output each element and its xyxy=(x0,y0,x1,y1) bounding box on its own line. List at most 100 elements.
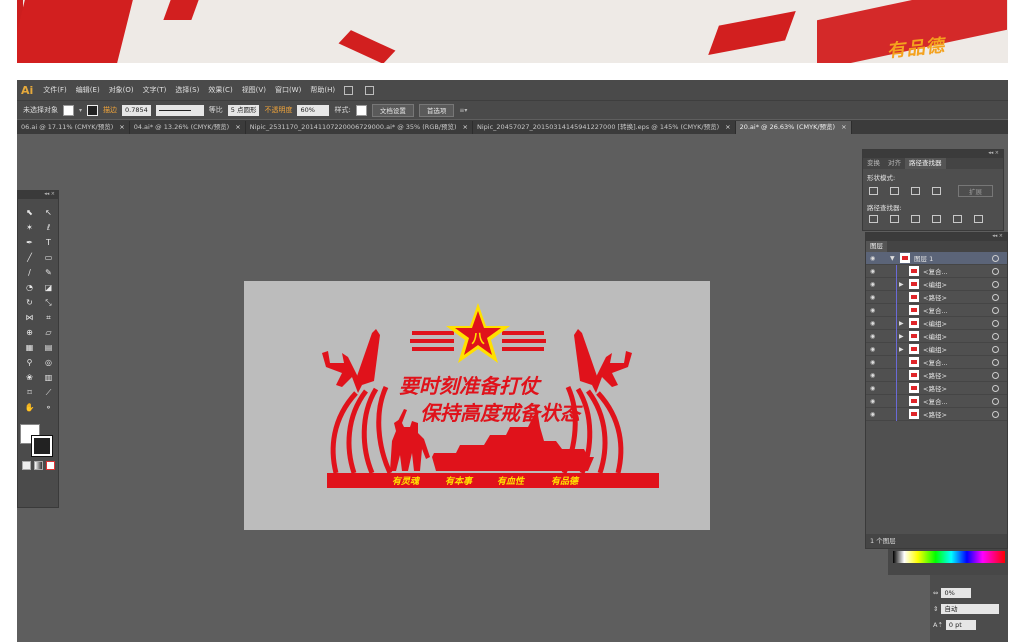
target-icon[interactable] xyxy=(992,332,999,340)
eye-icon[interactable]: ◉ xyxy=(870,372,878,379)
eye-icon[interactable]: ◉ xyxy=(870,307,878,314)
blob-brush-tool-icon[interactable]: ◔ xyxy=(22,282,37,293)
layer-row[interactable]: ◉ <复合... xyxy=(866,394,1007,408)
menu-object[interactable]: 对象(O) xyxy=(109,85,134,95)
layer-name[interactable]: <路径> xyxy=(923,409,992,419)
fill-swatch[interactable] xyxy=(63,104,74,116)
column-graph-tool-icon[interactable]: ▥ xyxy=(41,372,56,383)
document-setup-button[interactable]: 文档设置 xyxy=(371,103,414,117)
close-icon[interactable]: × xyxy=(235,123,240,131)
zoom-tool-icon[interactable]: ⚬ xyxy=(41,402,56,413)
layer-name[interactable]: <复合... xyxy=(923,266,992,276)
layer-row[interactable]: ◉ ▶ <编组> xyxy=(866,316,1007,330)
eye-icon[interactable]: ◉ xyxy=(870,398,878,405)
intersect-icon[interactable] xyxy=(911,187,920,195)
tracking-field[interactable]: 0% xyxy=(941,588,972,598)
magic-wand-tool-icon[interactable]: ✶ xyxy=(22,222,37,233)
panel-options-icon[interactable]: ≡▾ xyxy=(459,107,467,114)
eye-icon[interactable]: ◉ xyxy=(870,294,878,301)
menu-file[interactable]: 文件(F) xyxy=(43,85,67,95)
close-icon[interactable]: × xyxy=(841,123,846,131)
shape-builder-tool-icon[interactable]: ⊕ xyxy=(22,327,37,338)
document-tab[interactable]: 06.ai @ 17.11% (CMYK/预览) × xyxy=(17,121,130,134)
chevron-down-icon[interactable]: ▼ xyxy=(890,255,898,262)
document-tab[interactable]: 04.ai* @ 13.26% (CMYK/预览) × xyxy=(130,121,246,134)
menu-effect[interactable]: 效果(C) xyxy=(208,85,232,95)
paintbrush-tool-icon[interactable]: ∕ xyxy=(22,267,37,278)
close-icon[interactable]: × xyxy=(119,123,124,131)
document-tab-active[interactable]: 20.ai* @ 26.63% (CMYK/预览) × xyxy=(735,121,852,134)
unite-icon[interactable] xyxy=(869,187,878,195)
arrange-documents-icon[interactable] xyxy=(365,85,375,95)
layer-name[interactable]: <复合... xyxy=(923,396,992,406)
gradient-mode-icon[interactable] xyxy=(34,461,43,470)
layer-name[interactable]: <路径> xyxy=(923,370,992,380)
minus-back-icon[interactable] xyxy=(974,215,983,223)
panel-header[interactable]: ◂◂ × xyxy=(866,233,1007,241)
document-tab[interactable]: Nipic_2531170_20141107220006729000.ai* @… xyxy=(246,121,473,134)
artboard[interactable]: 八 要时刻准备打仗 保持高度戒备状态 有灵魂 有本事 有血性 有品德 xyxy=(244,281,710,530)
pen-tool-icon[interactable]: ✒ xyxy=(22,237,37,248)
leading-field[interactable]: 自动 xyxy=(941,604,1000,614)
color-spectrum[interactable] xyxy=(893,551,1005,563)
chevron-down-icon[interactable]: ▾ xyxy=(79,107,82,114)
layer-name[interactable]: <编组> xyxy=(923,344,992,354)
stroke-color-swatch[interactable] xyxy=(31,435,53,457)
graphic-style-swatch[interactable] xyxy=(355,104,367,116)
layer-row[interactable]: ◉ <路径> xyxy=(866,381,1007,395)
crop-icon[interactable] xyxy=(932,215,941,223)
layer-row[interactable]: ◉ ▶ <编组> xyxy=(866,342,1007,356)
baseline-field[interactable]: 0 pt xyxy=(945,620,976,630)
mesh-tool-icon[interactable]: ▦ xyxy=(22,342,37,353)
close-icon[interactable]: × xyxy=(463,123,468,131)
trim-icon[interactable] xyxy=(890,215,899,223)
menu-help[interactable]: 帮助(H) xyxy=(310,85,335,95)
target-icon[interactable] xyxy=(992,267,999,275)
pencil-tool-icon[interactable]: ✎ xyxy=(41,267,56,278)
layer-name[interactable]: <编组> xyxy=(923,279,992,289)
layer-name[interactable]: <复合... xyxy=(923,305,992,315)
target-icon[interactable] xyxy=(992,371,999,379)
layer-row[interactable]: ◉ <路径> xyxy=(866,407,1007,421)
type-tool-icon[interactable]: T xyxy=(41,237,56,248)
none-mode-icon[interactable] xyxy=(46,461,55,470)
layer-name[interactable]: 图层 1 xyxy=(914,253,992,263)
perspective-grid-tool-icon[interactable]: ▱ xyxy=(41,327,56,338)
chevron-right-icon[interactable]: ▶ xyxy=(899,346,907,353)
eye-icon[interactable]: ◉ xyxy=(870,255,878,262)
panel-header[interactable]: ◂◂ × xyxy=(863,150,1003,158)
opacity-label[interactable]: 不透明度 xyxy=(264,105,292,115)
layer-row[interactable]: ◉ ▶ <编组> xyxy=(866,329,1007,343)
layer-row[interactable]: ◉ <路径> xyxy=(866,290,1007,304)
menu-select[interactable]: 选择(S) xyxy=(175,85,199,95)
tab-transform[interactable]: 变换 xyxy=(863,158,884,169)
minus-front-icon[interactable] xyxy=(890,187,899,195)
rectangle-tool-icon[interactable]: ▭ xyxy=(41,252,56,263)
target-icon[interactable] xyxy=(992,397,999,405)
eyedropper-tool-icon[interactable]: ⚲ xyxy=(22,357,37,368)
artboard-tool-icon[interactable]: ⌑ xyxy=(22,387,37,398)
target-icon[interactable] xyxy=(992,410,999,418)
layer-row[interactable]: ◉ <复合... xyxy=(866,264,1007,278)
eye-icon[interactable]: ◉ xyxy=(870,333,878,340)
layer-row[interactable]: ◉ <复合... xyxy=(866,303,1007,317)
target-icon[interactable] xyxy=(992,358,999,366)
rotate-tool-icon[interactable]: ↻ xyxy=(22,297,37,308)
layer-name[interactable]: <编组> xyxy=(923,331,992,341)
layer-name[interactable]: <编组> xyxy=(923,318,992,328)
stroke-label[interactable]: 描边 xyxy=(103,105,117,115)
target-icon[interactable] xyxy=(992,384,999,392)
menu-edit[interactable]: 编辑(E) xyxy=(76,85,100,95)
tab-align[interactable]: 对齐 xyxy=(884,158,905,169)
layer-name[interactable]: <路径> xyxy=(923,383,992,393)
document-tab[interactable]: Nipic_20457027_20150314145941227000 [转换]… xyxy=(473,121,736,134)
target-icon[interactable] xyxy=(992,306,999,314)
exclude-icon[interactable] xyxy=(932,187,941,195)
eye-icon[interactable]: ◉ xyxy=(870,385,878,392)
layer-name[interactable]: <复合... xyxy=(923,357,992,367)
variable-width-profile[interactable] xyxy=(155,104,204,116)
outline-icon[interactable] xyxy=(953,215,962,223)
symbol-sprayer-tool-icon[interactable]: ❀ xyxy=(22,372,37,383)
hand-tool-icon[interactable]: ✋ xyxy=(22,402,37,413)
target-icon[interactable] xyxy=(992,293,999,301)
